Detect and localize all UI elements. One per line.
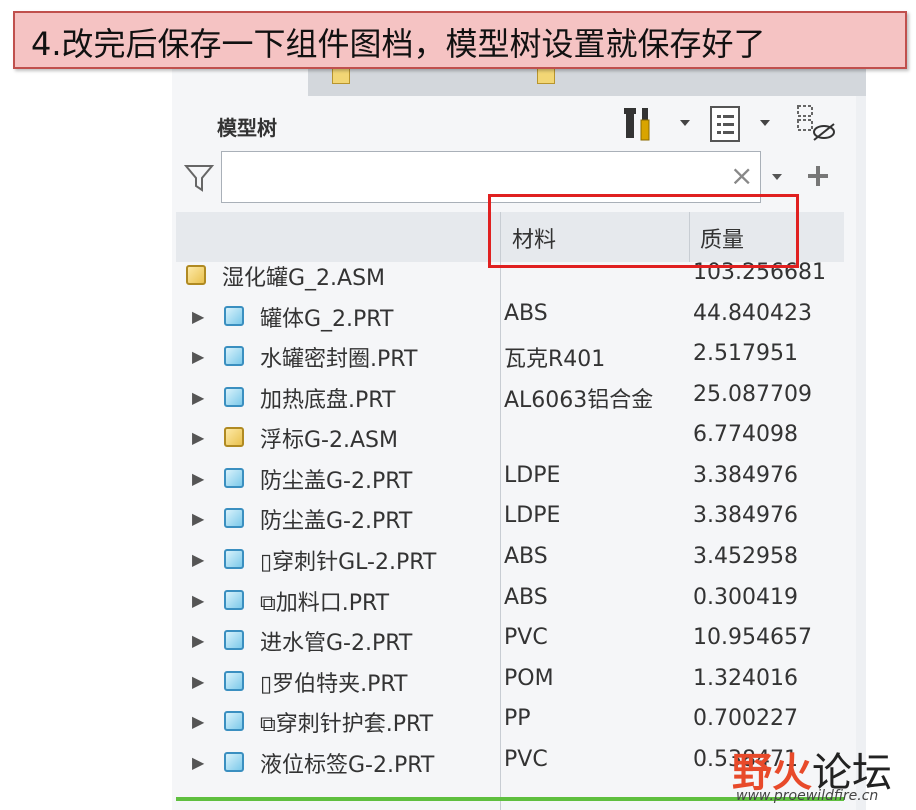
expand-arrow-icon[interactable]: ▶ (192, 753, 204, 772)
tree-row[interactable]: ▶ ▯穿刺针GL-2.PRT ABS 3.452958 (176, 540, 844, 580)
row-name: 水罐密封圈.PRT (260, 347, 418, 372)
row-name: 进水管G-2.PRT (260, 631, 413, 656)
row-name: 液位标签G-2.PRT (260, 753, 435, 778)
expand-arrow-icon[interactable]: ▶ (192, 591, 204, 610)
part-icon (224, 468, 244, 488)
row-name: ⧉加料口.PRT (260, 591, 390, 616)
row-mass: 3.452958 (693, 544, 798, 569)
part-icon (224, 306, 244, 326)
row-mass: 1.324016 (693, 666, 798, 691)
row-mass: 10.954657 (693, 625, 812, 650)
panel-scroll-gutter[interactable] (856, 60, 866, 810)
part-icon (224, 346, 244, 366)
watermark-url: www.proewildfire.cn (736, 788, 879, 804)
expand-arrow-icon[interactable]: ▶ (192, 631, 204, 650)
row-mass: 6.774098 (693, 422, 798, 447)
tree-row[interactable]: ▶ ⧉加料口.PRT ABS 0.300419 (176, 581, 844, 621)
part-icon (224, 387, 244, 407)
tree-row[interactable]: ▶ 防尘盖G-2.PRT LDPE 3.384976 (176, 499, 844, 539)
row-material: POM (504, 666, 554, 691)
row-material: PP (504, 706, 531, 731)
clear-search-icon[interactable]: × (730, 158, 753, 194)
expand-arrow-icon[interactable]: ▶ (192, 509, 204, 528)
row-mass: 2.517951 (693, 341, 798, 366)
tools-settings-icon[interactable] (622, 104, 662, 144)
tree-row[interactable]: ▶ ⧉穿刺针护套.PRT PP 0.700227 (176, 702, 844, 742)
row-name: ⧉穿刺针护套.PRT (260, 712, 434, 737)
show-dropdown-chevron-down-icon[interactable] (758, 116, 772, 130)
row-material: LDPE (504, 463, 561, 488)
row-material: 瓦克R401 (504, 347, 606, 372)
root-name: 湿化罐G_2.ASM (222, 266, 386, 291)
row-material: ABS (504, 301, 548, 326)
expand-arrow-icon[interactable]: ▶ (192, 388, 204, 407)
expand-arrow-icon[interactable]: ▶ (192, 550, 204, 569)
row-material: ABS (504, 585, 548, 610)
assembly-icon (186, 265, 206, 285)
row-material: AL6063铝合金 (504, 388, 654, 413)
row-name: 罐体G_2.PRT (260, 307, 394, 332)
row-material: PVC (504, 747, 548, 772)
row-mass: 0.700227 (693, 706, 798, 731)
part-icon (224, 671, 244, 691)
filter-icon[interactable] (184, 162, 216, 194)
tools-dropdown-chevron-down-icon[interactable] (678, 116, 692, 130)
row-mass: 44.840423 (693, 301, 812, 326)
panel-title: 模型树 (217, 116, 277, 140)
row-name: 加热底盘.PRT (260, 388, 396, 413)
row-name: 浮标G-2.ASM (260, 428, 398, 453)
expand-arrow-icon[interactable]: ▶ (192, 712, 204, 731)
instruction-banner: 4.改完后保存一下组件图档，模型树设置就保存好了 (13, 11, 907, 69)
tree-row[interactable]: ▶ 防尘盖G-2.PRT LDPE 3.384976 (176, 459, 844, 499)
tree-row[interactable]: ▶ 罐体G_2.PRT ABS 44.840423 (176, 297, 844, 337)
part-icon (224, 590, 244, 610)
add-filter-plus-icon[interactable] (806, 164, 830, 188)
expand-arrow-icon[interactable]: ▶ (192, 469, 204, 488)
show-list-icon[interactable] (708, 104, 744, 144)
part-icon (224, 630, 244, 650)
row-name: ▯穿刺针GL-2.PRT (260, 550, 437, 575)
tree-row[interactable]: ▶ ▯罗伯特夹.PRT POM 1.324016 (176, 662, 844, 702)
expand-arrow-icon[interactable]: ▶ (192, 428, 204, 447)
tree-row[interactable]: ▶ 进水管G-2.PRT PVC 10.954657 (176, 621, 844, 661)
expand-arrow-icon[interactable]: ▶ (192, 347, 204, 366)
hide-visibility-icon[interactable] (794, 102, 838, 146)
row-mass: 3.384976 (693, 463, 798, 488)
expand-arrow-icon[interactable]: ▶ (192, 307, 204, 326)
row-material: PVC (504, 625, 548, 650)
row-name: 防尘盖G-2.PRT (260, 509, 413, 534)
part-icon (224, 711, 244, 731)
banner-text: 4.改完后保存一下组件图档，模型树设置就保存好了 (31, 25, 766, 63)
tree-row[interactable]: ▶ 加热底盘.PRT AL6063铝合金 25.087709 (176, 378, 844, 418)
row-mass: 3.384976 (693, 503, 798, 528)
row-name: 防尘盖G-2.PRT (260, 469, 413, 494)
assembly-icon (224, 427, 244, 447)
tree-row[interactable]: ▶ 浮标G-2.ASM 6.774098 (176, 418, 844, 458)
highlight-box (488, 194, 799, 268)
part-icon (224, 549, 244, 569)
search-dropdown-chevron-down-icon[interactable] (770, 170, 784, 184)
row-name: ▯罗伯特夹.PRT (260, 672, 408, 697)
tree-row[interactable]: ▶ 水罐密封圈.PRT 瓦克R401 2.517951 (176, 337, 844, 377)
expand-arrow-icon[interactable]: ▶ (192, 672, 204, 691)
row-mass: 25.087709 (693, 382, 812, 407)
part-icon (224, 508, 244, 528)
row-material: ABS (504, 544, 548, 569)
row-material: LDPE (504, 503, 561, 528)
part-icon (224, 752, 244, 772)
row-mass: 0.300419 (693, 585, 798, 610)
